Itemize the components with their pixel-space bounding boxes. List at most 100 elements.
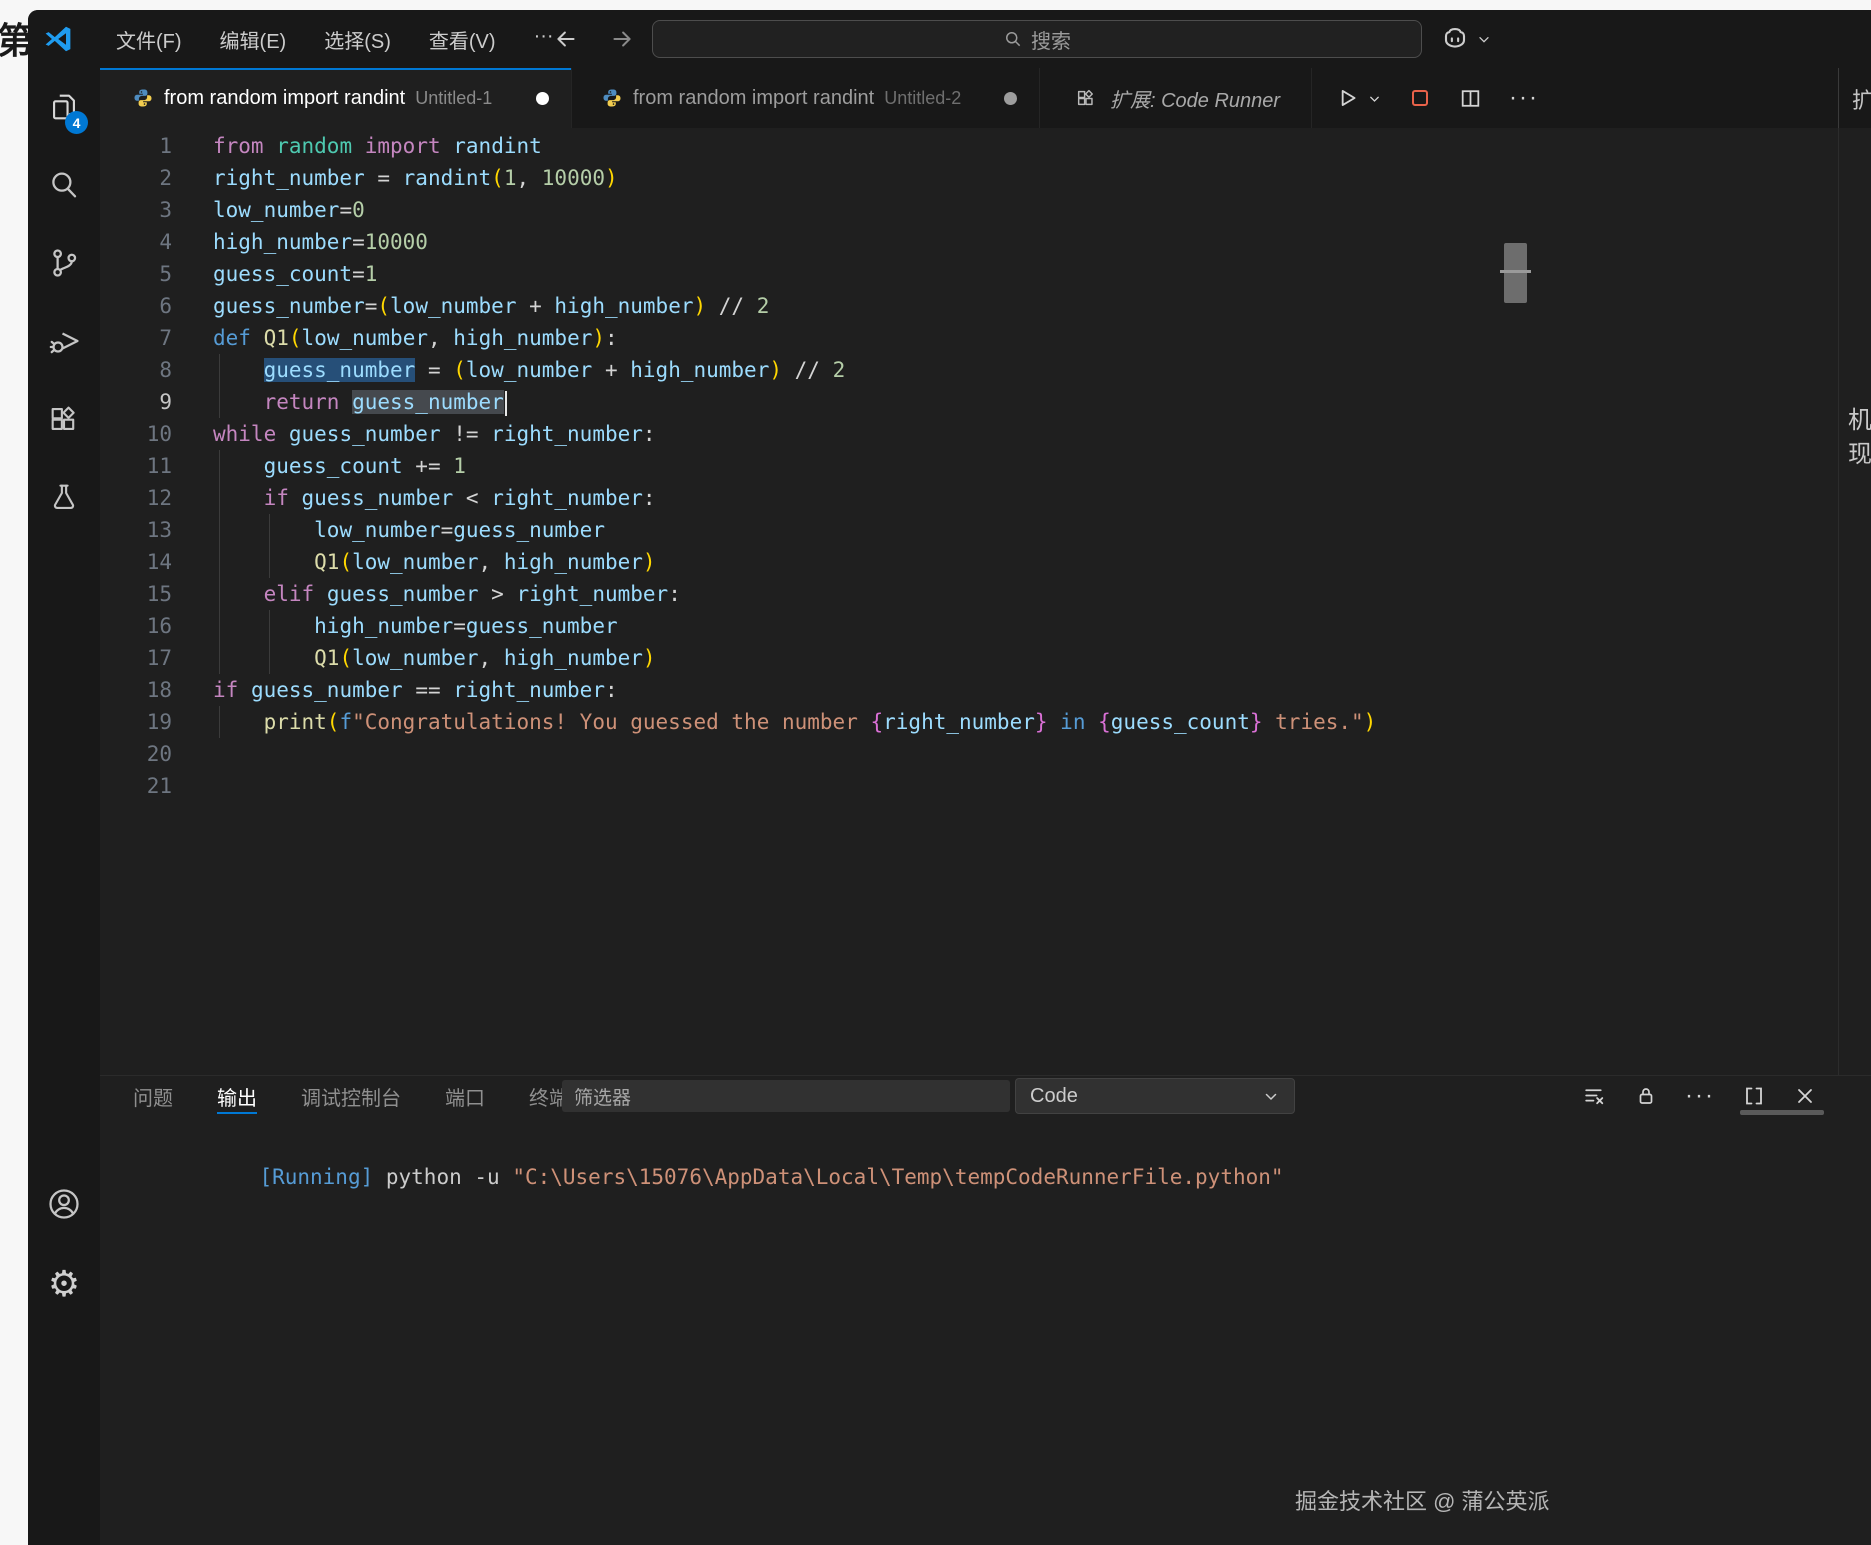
line-number: 16 (100, 610, 172, 642)
close-panel-button[interactable] (1793, 1084, 1817, 1108)
copilot-icon (1440, 24, 1470, 54)
chevron-down-icon (1476, 31, 1492, 47)
maximize-panel-button[interactable] (1742, 1084, 1766, 1108)
beaker-icon (47, 480, 81, 514)
panel-more-button[interactable]: ··· (1685, 1082, 1715, 1110)
panel-tab-debug-console[interactable]: 调试控制台 (301, 1076, 401, 1116)
back-arrow-icon[interactable] (553, 26, 579, 52)
sidebar-item-settings[interactable]: ⚙ (28, 1245, 100, 1323)
lock-scroll-button[interactable] (1634, 1084, 1658, 1108)
clipped-second-group-text: 现 (1848, 434, 1871, 469)
menu-edit[interactable]: 编辑(E) (220, 25, 287, 54)
panel-tab-problems[interactable]: 问题 (133, 1076, 173, 1116)
split-editor-button[interactable] (1458, 86, 1483, 111)
history-navigation (553, 10, 635, 68)
panel-tab-ports[interactable]: 端口 (445, 1076, 485, 1116)
line-number: 14 (100, 546, 172, 578)
modified-dot-icon[interactable] (536, 92, 549, 105)
code-line-14[interactable]: 14 Q1(low_number, high_number) (100, 546, 1871, 578)
line-content: guess_number = (low_number + high_number… (213, 354, 845, 386)
activity-bar: 4 (28, 68, 100, 1545)
code-line-5[interactable]: 5guess_count=1 (100, 258, 1871, 290)
code-line-6[interactable]: 6guess_number=(low_number + high_number)… (100, 290, 1871, 322)
stop-button[interactable] (1408, 86, 1432, 110)
indent-guide (269, 546, 270, 578)
code-line-2[interactable]: 2right_number = randint(1, 10000) (100, 162, 1871, 194)
tab-detail: Untitled-2 (884, 88, 961, 109)
run-button[interactable] (1334, 85, 1382, 111)
code-line-4[interactable]: 4high_number=10000 (100, 226, 1871, 258)
sidebar-item-account[interactable] (28, 1165, 100, 1243)
clipped-second-group-tab[interactable]: 扩 (1852, 83, 1871, 115)
line-number: 11 (100, 450, 172, 482)
clipped-second-group-text: 机 (1848, 400, 1871, 435)
line-number: 13 (100, 514, 172, 546)
menu-view[interactable]: 查看(V) (429, 25, 496, 54)
indent-guide (219, 546, 220, 578)
menu-bar: 文件(F) 编辑(E) 选择(S) 查看(V) ··· (116, 25, 554, 54)
line-content: high_number=10000 (213, 226, 428, 258)
line-number: 8 (100, 354, 172, 386)
git-branch-icon (47, 246, 81, 280)
code-line-17[interactable]: 17 Q1(low_number, high_number) (100, 642, 1871, 674)
more-actions-button[interactable]: ··· (1509, 84, 1539, 112)
code-line-9[interactable]: 9 return guess_number (100, 386, 1871, 418)
sidebar-item-testing[interactable] (28, 458, 100, 536)
copilot-menu[interactable] (1440, 10, 1492, 68)
vscode-logo-icon (42, 23, 74, 55)
indent-guide (219, 482, 220, 514)
line-content: guess_number=(low_number + high_number) … (213, 290, 769, 322)
line-content: while guess_number != right_number: (213, 418, 656, 450)
output-filter-input[interactable]: 筛选器 (562, 1080, 1010, 1112)
code-line-12[interactable]: 12 if guess_number < right_number: (100, 482, 1871, 514)
code-line-21[interactable]: 21 (100, 770, 1871, 802)
sidebar-item-extensions[interactable] (28, 380, 100, 458)
editor-group-divider[interactable] (1838, 68, 1839, 128)
sidebar-item-run-debug[interactable] (28, 302, 100, 380)
code-line-7[interactable]: 7def Q1(low_number, high_number): (100, 322, 1871, 354)
sidebar-item-search[interactable] (28, 146, 100, 224)
menu-more[interactable]: ··· (534, 25, 554, 54)
line-number: 21 (100, 770, 172, 802)
vscode-window: 文件(F) 编辑(E) 选择(S) 查看(V) ··· 搜索 (28, 10, 1871, 1545)
search-placeholder: 搜索 (1031, 25, 1071, 54)
code-line-11[interactable]: 11 guess_count += 1 (100, 450, 1871, 482)
panel-scrollbar-thumb[interactable] (1740, 1110, 1824, 1115)
output-console[interactable]: [Running] python -u "C:\Users\15076\AppD… (133, 1126, 1284, 1228)
panel-tab-output[interactable]: 输出 (217, 1076, 257, 1116)
output-channel-select[interactable]: Code (1015, 1078, 1295, 1114)
tab-untitled-1[interactable]: from random import randint Untitled-1 (100, 68, 572, 128)
code-line-18[interactable]: 18if guess_number == right_number: (100, 674, 1871, 706)
code-line-10[interactable]: 10while guess_number != right_number: (100, 418, 1871, 450)
tab-code-runner-extension[interactable]: 扩展: Code Runner (1040, 68, 1312, 128)
workbench-main: 4 (28, 68, 1871, 1545)
editor-group: from random import randint Untitled-1 fr… (100, 68, 1871, 1545)
code-line-19[interactable]: 19 print(f"Congratulations! You guessed … (100, 706, 1871, 738)
search-icon (1003, 29, 1023, 49)
line-number: 20 (100, 738, 172, 770)
command-center-search[interactable]: 搜索 (652, 20, 1422, 58)
editor-scrollbar-thumb[interactable] (1504, 243, 1527, 303)
line-number: 15 (100, 578, 172, 610)
menu-file[interactable]: 文件(F) (116, 25, 182, 54)
line-number: 2 (100, 162, 172, 194)
code-line-20[interactable]: 20 (100, 738, 1871, 770)
menu-selection[interactable]: 选择(S) (324, 25, 391, 54)
code-line-16[interactable]: 16 high_number=guess_number (100, 610, 1871, 642)
clear-output-button[interactable] (1582, 1084, 1607, 1109)
modified-dot-icon[interactable] (1004, 92, 1017, 105)
tab-untitled-2[interactable]: from random import randint Untitled-2 (572, 68, 1040, 128)
code-editor[interactable]: 机 现 1from random import randint2right_nu… (100, 128, 1871, 1075)
code-line-1[interactable]: 1from random import randint (100, 130, 1871, 162)
sidebar-item-explorer[interactable]: 4 (28, 68, 100, 146)
line-number: 5 (100, 258, 172, 290)
sidebar-item-source-control[interactable] (28, 224, 100, 302)
tab-label: 扩展: Code Runner (1110, 84, 1280, 113)
code-line-8[interactable]: 8 guess_number = (low_number + high_numb… (100, 354, 1871, 386)
forward-arrow-icon[interactable] (609, 26, 635, 52)
code-line-3[interactable]: 3low_number=0 (100, 194, 1871, 226)
code-line-13[interactable]: 13 low_number=guess_number (100, 514, 1871, 546)
indent-guide (219, 450, 220, 482)
code-line-15[interactable]: 15 elif guess_number > right_number: (100, 578, 1871, 610)
editor-actions: ··· (1312, 68, 1539, 128)
